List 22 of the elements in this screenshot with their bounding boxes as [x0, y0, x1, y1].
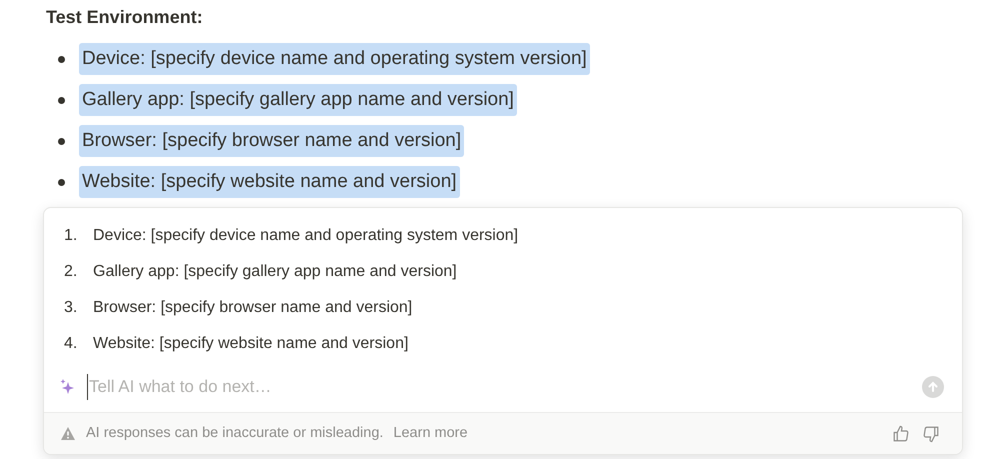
learn-more-link[interactable]: Learn more — [393, 422, 468, 444]
thumbs-down-button[interactable] — [922, 424, 940, 442]
list-item: Device: [specify device name and operating system version] — [93, 226, 518, 246]
thumbs-down-icon — [922, 424, 940, 442]
item-number: 2. — [64, 262, 78, 282]
list-item: Browser: [specify browser name and version] — [93, 298, 412, 318]
arrow-up-icon — [927, 381, 939, 393]
disclaimer-text: AI responses can be inaccurate or misleading. — [86, 424, 384, 443]
list-item: Gallery app: [specify gallery app name and version] — [93, 262, 457, 282]
item-number: 1. — [64, 226, 78, 246]
list-item: Website: [specify website name and version] — [93, 334, 408, 354]
thumbs-up-icon — [892, 424, 910, 442]
item-number: 4. — [64, 334, 78, 354]
list-item: Browser: [specify browser name and version] — [79, 125, 464, 157]
item-number: 3. — [64, 298, 78, 318]
list-item: Website: [specify website name and version] — [79, 166, 460, 198]
thumbs-up-button[interactable] — [892, 424, 910, 442]
list-item: Device: [specify device name and operating system version] — [79, 43, 590, 75]
warning-icon — [60, 426, 76, 441]
section-heading: Test Environment: — [46, 6, 204, 29]
prompt-field[interactable]: Tell AI what to do next… — [87, 374, 922, 400]
list-item: Gallery app: [specify gallery app name and version] — [79, 84, 517, 116]
